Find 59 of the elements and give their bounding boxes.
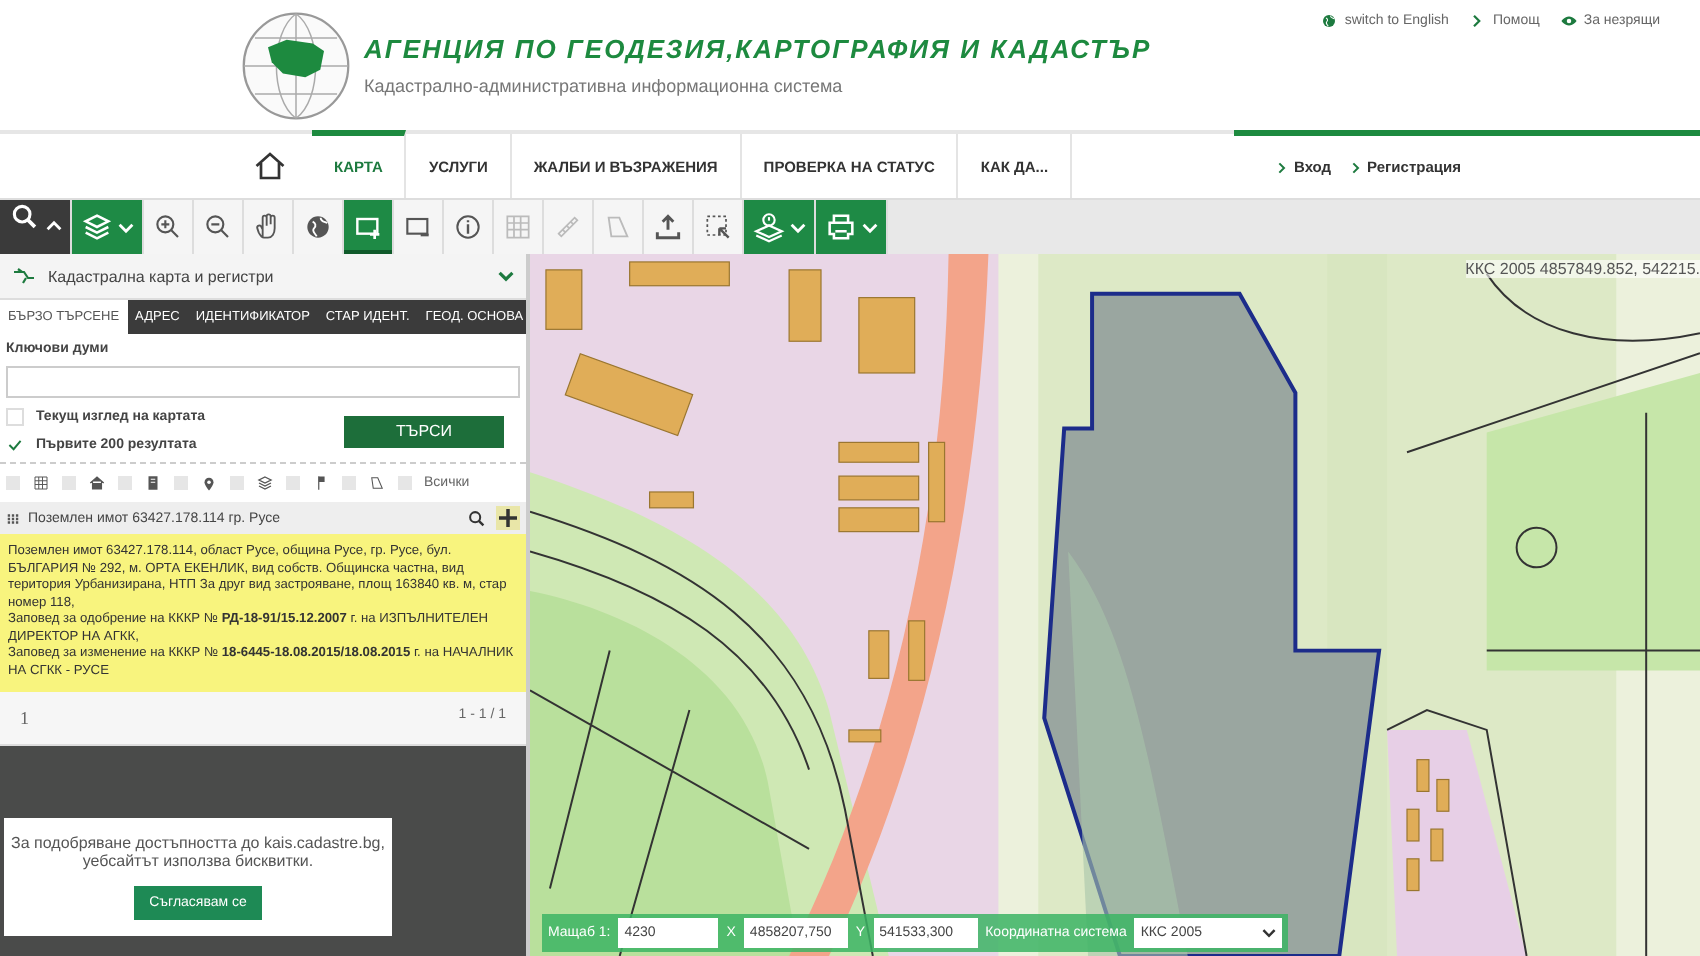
cookie-message: За подобряване достъпността до kais.cadastre.bg, уебсайтът използва бисквитки.: [9, 834, 387, 870]
agency-title: АГЕНЦИЯ ПО ГЕОДЕЗИЯ,КАРТОГРАФИЯ И КАДАСТЪР: [364, 34, 1152, 64]
toolbar-button[interactable]: [294, 200, 344, 254]
plus-icon[interactable]: [496, 506, 520, 530]
search-button[interactable]: ТЪРСИ: [344, 415, 504, 447]
filter-checkbox[interactable]: [118, 476, 132, 490]
filter-checkbox[interactable]: [398, 476, 412, 490]
eye-icon: [1559, 11, 1578, 29]
toolbar-button[interactable]: [644, 200, 694, 254]
road-icon: [12, 264, 36, 288]
flag-icon: [312, 474, 330, 492]
caret-icon: [1262, 926, 1277, 940]
home-icon[interactable]: [252, 148, 288, 184]
filter-checkbox[interactable]: [342, 476, 356, 490]
caret-icon: [118, 219, 134, 235]
globe-logo-icon: [240, 9, 352, 121]
map-drawing[interactable]: [530, 254, 1700, 956]
grid-icon: [6, 511, 20, 525]
chevron-icon: [1347, 159, 1364, 175]
caret-icon: [46, 218, 62, 234]
polygon-icon: [368, 474, 386, 492]
search-icon[interactable]: [466, 507, 488, 529]
filter-checkbox[interactable]: [6, 476, 20, 490]
toolbar-button[interactable]: [694, 200, 744, 254]
pin-icon: [200, 474, 218, 492]
toolbar-button[interactable]: [244, 200, 294, 254]
toolbar-button[interactable]: [0, 200, 72, 254]
page-number[interactable]: 1: [20, 707, 29, 727]
house-icon: [88, 474, 106, 492]
coordinate-readout: ККС 2005 4857849.852, 542215.: [1465, 260, 1700, 278]
toolbar-button[interactable]: [144, 200, 194, 254]
search-icon: [8, 200, 42, 234]
dashed-square-icon: [702, 210, 734, 244]
globe-icon: [302, 210, 334, 244]
toolbar-button[interactable]: [394, 200, 444, 254]
agency-subtitle: Кадастрално-административна информационна система: [364, 76, 845, 96]
filter-checkbox[interactable]: [174, 476, 188, 490]
filter-checkbox[interactable]: [62, 476, 76, 490]
toolbar-button[interactable]: [194, 200, 244, 254]
grid-icon: [32, 474, 50, 492]
layers-icon: [256, 474, 274, 492]
layers-icon: [80, 210, 114, 244]
keywords-field[interactable]: [6, 365, 520, 397]
chevron-down-icon: [498, 268, 514, 284]
upload-icon: [652, 210, 684, 244]
caret-icon: [862, 219, 878, 235]
filter-checkbox[interactable]: [286, 476, 300, 490]
printer-icon: [824, 210, 858, 244]
toolbar-button[interactable]: [444, 200, 494, 254]
building-icon: [144, 474, 162, 492]
globe-icon: [1320, 11, 1339, 29]
toolbar-button[interactable]: [344, 200, 394, 254]
caret-icon: [790, 219, 806, 235]
grid-icon: [502, 210, 534, 244]
filter-checkbox[interactable]: [230, 476, 244, 490]
layer-selector[interactable]: Кадастрална карта и регистри: [0, 254, 526, 300]
layers-info-icon: [752, 210, 786, 244]
chevron-icon: [1274, 159, 1290, 175]
info-icon: [452, 210, 484, 244]
